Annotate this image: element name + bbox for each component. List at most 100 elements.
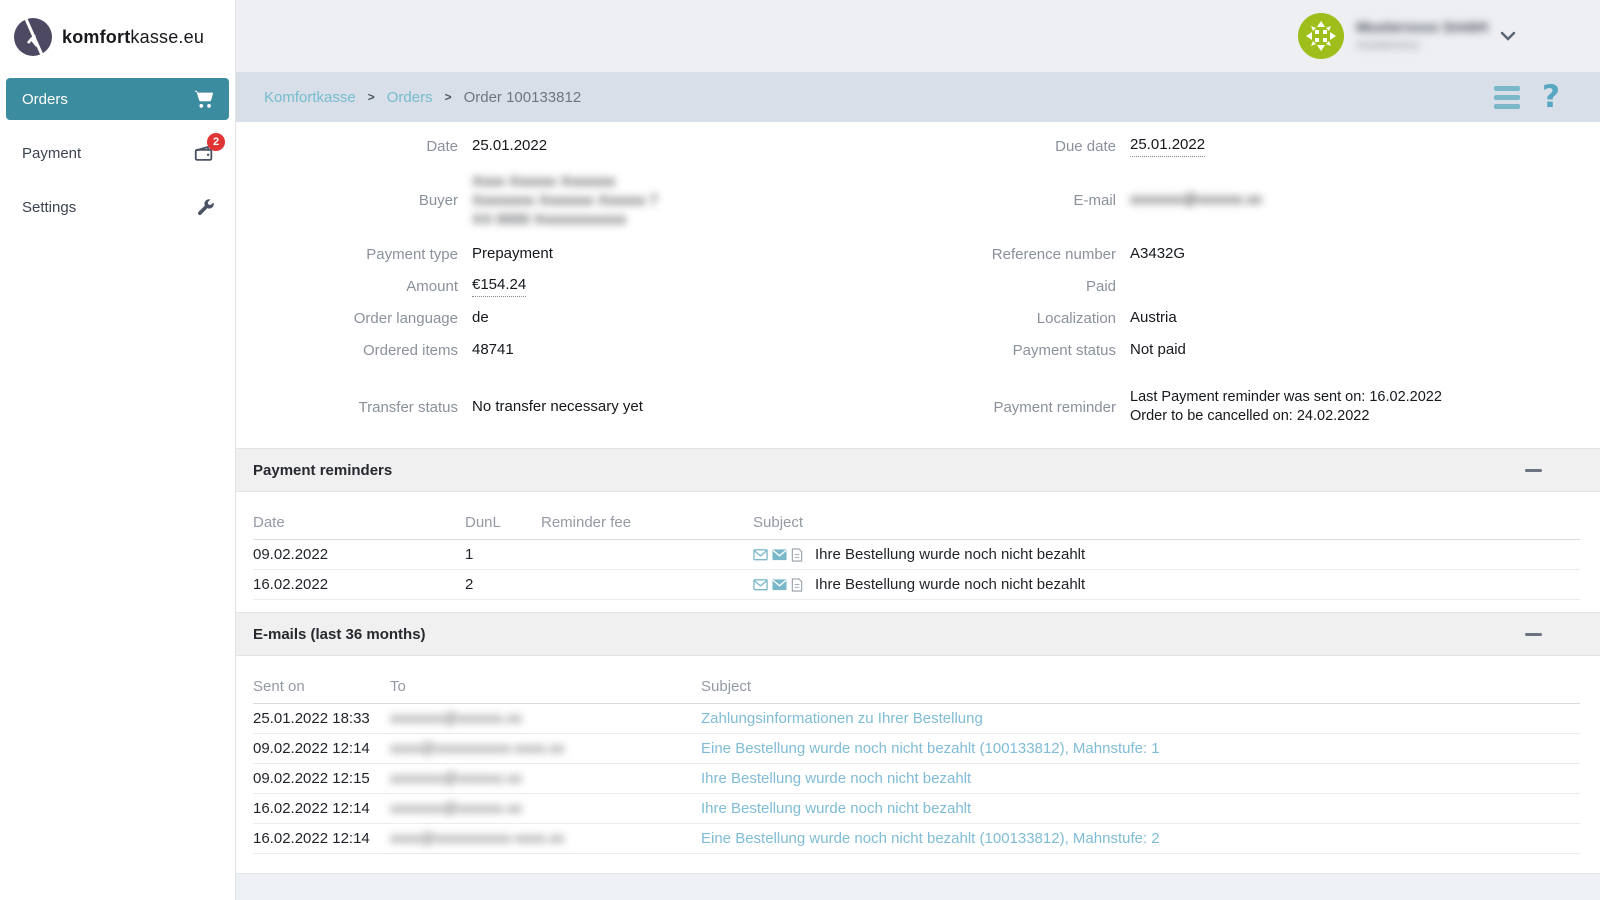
section-title: Payment reminders: [253, 462, 392, 479]
field-label: Payment reminder: [798, 399, 1116, 416]
field-label: Paid: [798, 278, 1116, 295]
brand-name: komfortkasse.eu: [62, 27, 204, 48]
payment-type-value: Prepayment: [472, 244, 553, 264]
topbar: Musterxxxx GmbH musterxxxx: [236, 0, 1600, 72]
email-to: xxxxxxx@xxxxxx.xx: [390, 770, 522, 787]
menu-icon[interactable]: [1494, 86, 1520, 109]
reminder-dunning-level: 1: [465, 540, 541, 570]
payment-count-badge: 2: [207, 133, 225, 151]
account-subtitle: musterxxxx: [1356, 38, 1488, 54]
reference-number-value: A3432G: [1130, 244, 1185, 264]
sidebar-nav: Orders Payment: [0, 78, 235, 228]
email-row: 09.02.2022 12:15 xxxxxxx@xxxxxx.xx Ihre …: [253, 764, 1580, 794]
email-row: 16.02.2022 12:14 xxxx@xxxxxxxxxx-xxxx.xx…: [253, 824, 1580, 854]
order-language-value: de: [472, 308, 489, 328]
breadcrumb-link-komfortkasse[interactable]: Komfortkasse: [264, 89, 356, 106]
page-footer-strip: [236, 873, 1600, 900]
column-header-reminder-fee: Reminder fee: [541, 498, 753, 540]
email-row: 09.02.2022 12:14 xxxx@xxxxxxxxxx-xxxx.xx…: [253, 734, 1580, 764]
reminder-dunning-level: 2: [465, 570, 541, 600]
column-header-dunl: DunL: [465, 498, 541, 540]
email-subject-link[interactable]: Zahlungsinformationen zu Ihrer Bestellun…: [701, 710, 983, 727]
field-label: Order language: [236, 310, 458, 327]
field-label: Reference number: [798, 246, 1116, 263]
email-sent-on: 09.02.2022 12:15: [253, 764, 390, 794]
emails-table: Sent on To Subject 25.01.2022 18:33 xxxx…: [253, 662, 1580, 854]
sidebar-item-label: Orders: [22, 91, 68, 108]
localization-value: Austria: [1130, 308, 1177, 328]
breadcrumb: Komfortkasse > Orders > Order 100133812: [264, 89, 581, 106]
email-row: 16.02.2022 12:14 xxxxxxx@xxxxxx.xx Ihre …: [253, 794, 1580, 824]
payment-status-value: Not paid: [1130, 340, 1186, 360]
account-name: Musterxxxx GmbH: [1356, 19, 1488, 38]
email-to: xxxx@xxxxxxxxxx-xxxx.xx: [390, 830, 564, 847]
collapse-icon[interactable]: [1525, 469, 1542, 472]
column-header-sent-on: Sent on: [253, 662, 390, 704]
sidebar-item-payment[interactable]: Payment 2: [6, 132, 229, 174]
reminder-date: 16.02.2022: [253, 570, 465, 600]
email-row: 25.01.2022 18:33 xxxxxxx@xxxxxx.xx Zahlu…: [253, 704, 1580, 734]
email-sent-on: 09.02.2022 12:14: [253, 734, 390, 764]
envelope-filled-icon[interactable]: [772, 548, 787, 561]
email-value: xxxxxxx@xxxxxx.xx: [1130, 190, 1262, 210]
sidebar-item-orders[interactable]: Orders: [6, 78, 229, 120]
email-to: xxxxxxx@xxxxxx.xx: [390, 710, 522, 727]
field-label: Localization: [798, 310, 1116, 327]
payment-reminder-value: Last Payment reminder was sent on: 16.02…: [1130, 388, 1442, 426]
cart-icon: [193, 88, 215, 110]
column-header-subject: Subject: [701, 662, 1580, 704]
due-date-value[interactable]: 25.01.2022: [1130, 135, 1205, 157]
reminder-row: 16.02.2022 2: [253, 570, 1580, 600]
reminder-row: 09.02.2022 1: [253, 540, 1580, 570]
breadcrumb-link-orders[interactable]: Orders: [387, 89, 433, 106]
reminder-fee: [541, 570, 753, 600]
envelope-outline-icon[interactable]: [753, 548, 768, 561]
field-label: Payment type: [236, 246, 458, 263]
email-subject-link[interactable]: Ihre Bestellung wurde noch nicht bezahlt: [701, 800, 971, 817]
document-icon[interactable]: [791, 548, 803, 562]
column-header-to: To: [390, 662, 701, 704]
field-label: E-mail: [798, 192, 1116, 209]
sidebar: komfortkasse.eu Orders Payment: [0, 0, 236, 900]
amount-value[interactable]: €154.24: [472, 275, 526, 297]
breadcrumb-current: Order 100133812: [464, 89, 582, 106]
reminder-fee: [541, 540, 753, 570]
payment-reminders-table: Date DunL Reminder fee Subject 09.02.202…: [253, 498, 1580, 600]
breadcrumb-separator: >: [445, 90, 452, 104]
sidebar-item-settings[interactable]: Settings: [6, 186, 229, 228]
transfer-status-value: No transfer necessary yet: [472, 397, 643, 417]
help-icon[interactable]: ?: [1542, 82, 1560, 113]
account-avatar: [1298, 13, 1344, 59]
buyer-value: Xxxx Xxxxxx Xxxxxxx Xxxxxxxx Xxxxxxx Xxx…: [472, 172, 658, 229]
sidebar-item-label: Payment: [22, 145, 81, 162]
field-label: Due date: [798, 138, 1116, 155]
order-details: Date 25.01.2022 Buyer Xxxx Xxxxxx Xxxxxx…: [236, 122, 1600, 436]
envelope-outline-icon[interactable]: [753, 578, 768, 591]
chevron-down-icon: [1500, 31, 1516, 41]
wrench-icon: [195, 197, 215, 217]
brand: komfortkasse.eu: [0, 0, 235, 78]
envelope-filled-icon[interactable]: [772, 578, 787, 591]
email-subject-link[interactable]: Eine Bestellung wurde noch nicht bezahlt…: [701, 740, 1160, 757]
email-subject-link[interactable]: Eine Bestellung wurde noch nicht bezahlt…: [701, 830, 1160, 847]
email-subject-link[interactable]: Ihre Bestellung wurde noch nicht bezahlt: [701, 770, 971, 787]
email-sent-on: 16.02.2022 12:14: [253, 824, 390, 854]
app-window: komfortkasse.eu Orders Payment: [0, 0, 1600, 900]
field-label: Amount: [236, 278, 458, 295]
payment-reminders-section: Payment reminders Date DunL Reminder fee…: [236, 448, 1600, 600]
field-label: Ordered items: [236, 342, 458, 359]
email-sent-on: 16.02.2022 12:14: [253, 794, 390, 824]
section-title: E-mails (last 36 months): [253, 626, 426, 643]
breadcrumb-separator: >: [368, 90, 375, 104]
ordered-items-value: 48741: [472, 340, 514, 360]
account-menu[interactable]: Musterxxxx GmbH musterxxxx: [1298, 13, 1516, 59]
reminder-date: 09.02.2022: [253, 540, 465, 570]
emails-section: E-mails (last 36 months) Sent on To Subj…: [236, 612, 1600, 854]
collapse-icon[interactable]: [1525, 633, 1542, 636]
column-header-date: Date: [253, 498, 465, 540]
document-icon[interactable]: [791, 578, 803, 592]
reminder-subject: Ihre Bestellung wurde noch nicht bezahlt: [815, 546, 1085, 563]
komfortkasse-logo-icon: [14, 18, 52, 56]
field-label: Date: [236, 138, 458, 155]
column-header-subject: Subject: [753, 498, 1580, 540]
